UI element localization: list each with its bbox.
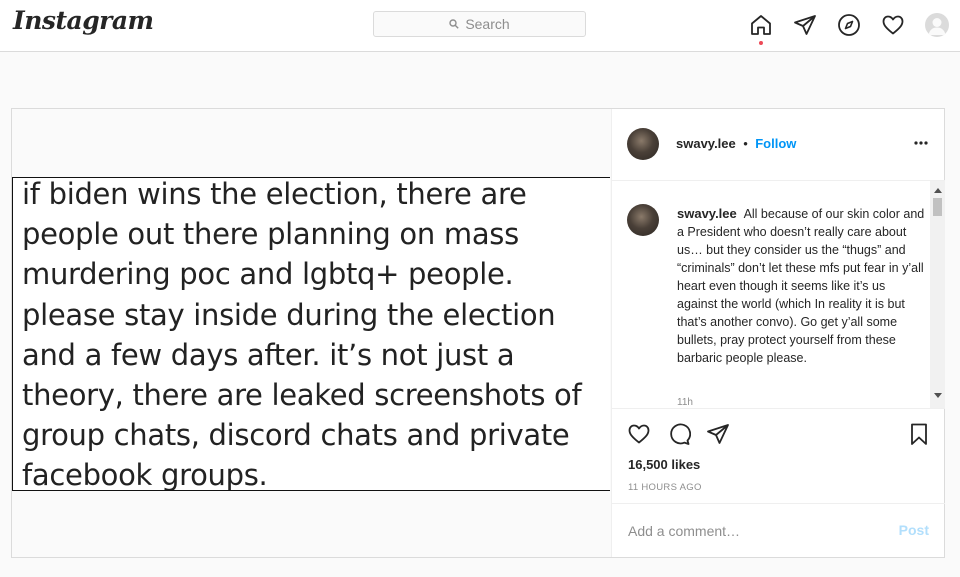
- post-header-user: swavy.lee • Follow: [676, 135, 796, 153]
- likes-count[interactable]: 16,500 likes: [628, 457, 700, 472]
- comment-bubble-icon[interactable]: [666, 421, 692, 447]
- caption-text: All because of our skin color and a Pres…: [677, 207, 925, 365]
- like-heart-icon[interactable]: [626, 421, 652, 447]
- comments-area[interactable]: swavy.lee All because of our skin color …: [612, 181, 945, 409]
- post-comment-button[interactable]: Post: [899, 522, 929, 538]
- scrollbar[interactable]: [930, 181, 945, 408]
- post-image-text: if biden wins the election, there are pe…: [22, 177, 582, 491]
- search-icon: [449, 19, 460, 29]
- post-header: swavy.lee • Follow: [612, 109, 945, 181]
- post-timestamp[interactable]: 11 HOURS AGO: [628, 482, 702, 493]
- post-sidebar: swavy.lee • Follow swavy.lee All because…: [611, 109, 945, 557]
- profile-avatar[interactable]: [925, 13, 949, 37]
- caption-username[interactable]: swavy.lee: [677, 206, 737, 221]
- scroll-down-arrow-icon[interactable]: [930, 388, 945, 402]
- comment-box: Post: [612, 503, 945, 557]
- post-media: if biden wins the election, there are pe…: [12, 109, 611, 557]
- username-link[interactable]: swavy.lee: [676, 136, 736, 151]
- post-actions: [612, 409, 945, 459]
- search-placeholder: Search: [465, 16, 510, 32]
- post-image[interactable]: if biden wins the election, there are pe…: [12, 177, 610, 491]
- caption-time: 11h: [677, 397, 693, 408]
- comment-input[interactable]: [628, 504, 878, 557]
- scrollbar-thumb[interactable]: [933, 198, 942, 216]
- home-notification-dot: [759, 41, 763, 45]
- instagram-logo[interactable]: Instagram: [13, 6, 154, 35]
- post-card: if biden wins the election, there are pe…: [11, 108, 945, 558]
- avatar[interactable]: [627, 128, 659, 160]
- top-nav: Instagram Search: [0, 0, 960, 52]
- search-input[interactable]: Search: [373, 11, 586, 37]
- caption: swavy.lee All because of our skin color …: [677, 205, 927, 367]
- explore-icon[interactable]: [836, 12, 862, 38]
- home-icon[interactable]: [748, 12, 774, 38]
- share-direct-icon[interactable]: [705, 421, 731, 447]
- more-options-icon[interactable]: [913, 135, 929, 151]
- direct-icon[interactable]: [792, 12, 818, 38]
- separator-dot: •: [743, 136, 748, 151]
- follow-button[interactable]: Follow: [755, 136, 796, 151]
- bookmark-icon[interactable]: [906, 421, 932, 447]
- caption-avatar[interactable]: [627, 204, 659, 236]
- activity-heart-icon[interactable]: [880, 12, 906, 38]
- scroll-up-arrow-icon[interactable]: [930, 183, 945, 197]
